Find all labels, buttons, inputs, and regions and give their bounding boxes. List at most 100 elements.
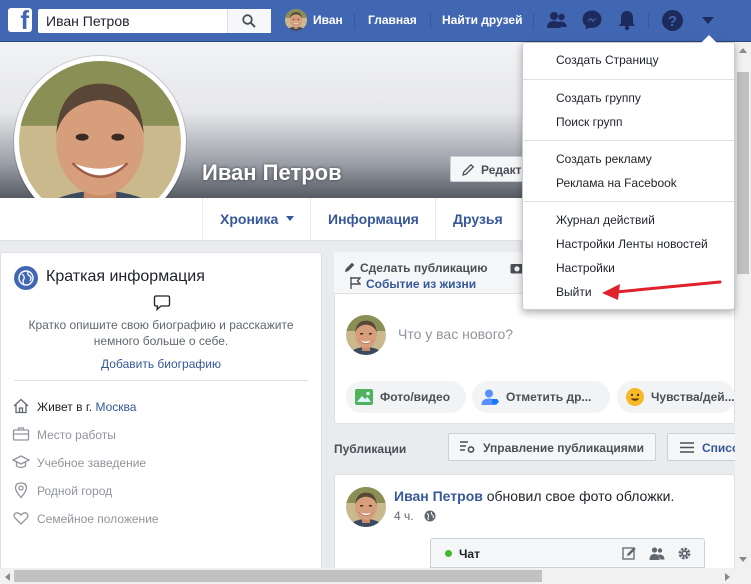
tab-timeline-label: Хроника [220,211,279,227]
add-bio-label: Добавить биографию [101,357,221,371]
vertical-scrollbar-thumb[interactable] [737,72,749,274]
tag-friends-label: Отметить др... [506,390,592,404]
briefcase-icon [12,427,30,441]
nav-divider [430,13,431,29]
menu-log-out[interactable]: Выйти [556,285,592,299]
friend-requests-icon[interactable] [546,9,568,31]
list-view-label: Списо [702,441,740,455]
facebook-logo-letter: f [20,8,29,32]
manage-posts-label: Управление публикациями [483,441,644,455]
help-icon[interactable]: ? [661,9,684,32]
account-menu-chevron-icon[interactable] [700,15,716,27]
nav-divider [533,13,534,29]
edit-profile-label: Редакт [481,163,522,177]
menu-divider [523,79,734,80]
search-input[interactable] [38,9,226,33]
svg-text:?: ? [668,13,677,30]
heart-icon [13,512,29,525]
nav-find-friends-link[interactable]: Найти друзей [442,13,522,27]
tag-friends-button[interactable]: Отметить др... [472,381,610,413]
relationship-label: Семейное положение [37,512,159,526]
post-action-text: обновил свое фото обложки. [482,488,675,504]
new-message-icon[interactable] [622,546,637,561]
pencil-icon [462,163,475,176]
nav-profile-link[interactable]: Иван [313,13,343,27]
menu-create-group[interactable]: Создать группу [556,91,641,105]
menu-find-groups[interactable]: Поиск групп [556,115,623,129]
photo-video-button[interactable]: Фото/видео [346,381,466,413]
menu-activity-log[interactable]: Журнал действий [556,213,655,227]
red-annotation-arrow-icon [602,280,722,300]
messenger-icon[interactable] [581,9,603,31]
graduation-cap-icon [12,455,30,469]
tab-timeline[interactable]: Хроника [202,198,310,240]
facebook-logo-icon[interactable]: f [8,8,32,32]
intro-description: Кратко опишите свою биографию и расскажи… [28,318,294,348]
education-label: Учебное заведение [37,456,147,470]
search-box [38,9,271,33]
intro-title: Краткая информация [46,268,205,285]
nav-avatar[interactable] [285,9,307,31]
chevron-down-icon [286,216,294,221]
search-button[interactable] [227,9,271,33]
flag-icon [350,277,362,289]
workplace-label: Место работы [37,428,116,442]
tag-friends-icon [481,389,499,405]
post-author-avatar[interactable] [346,487,386,527]
lives-in-label: Живет в г. [37,400,93,414]
menu-caret [701,35,717,43]
globe-icon [14,266,38,290]
pencil-icon [345,262,355,272]
manage-posts-button[interactable]: Управление публикациями [448,433,656,461]
home-icon [13,398,29,414]
chat-settings-gear-icon[interactable] [677,546,692,561]
nav-home-link[interactable]: Главная [368,13,417,27]
menu-advertising[interactable]: Реклама на Facebook [556,176,677,190]
menu-divider [523,201,734,202]
online-status-dot [445,550,452,557]
scroll-left-arrow-icon[interactable] [3,572,11,582]
composer-input[interactable]: Что у вас нового? [398,326,513,342]
public-globe-icon[interactable] [424,510,436,522]
add-bio-link[interactable]: Добавить биографию [0,357,322,371]
menu-create-page[interactable]: Создать Страницу [556,53,659,67]
feelings-button[interactable]: Чувства/дей... [617,381,735,413]
scroll-right-arrow-icon[interactable] [724,572,732,582]
create-group-icon[interactable] [649,546,665,561]
notifications-icon[interactable] [616,9,638,31]
profile-name[interactable]: Иван Петров [202,160,342,186]
speech-bubble-icon [153,295,171,312]
composer-avatar[interactable] [346,315,386,355]
tab-friends[interactable]: Друзья [435,198,525,240]
lives-in-city-link[interactable]: Москва [95,400,136,414]
horizontal-scrollbar-thumb[interactable] [14,570,542,582]
life-event-label: Событие из жизни [366,277,477,291]
hometown-label: Родной город [37,484,113,498]
make-post-label: Сделать публикацию [360,261,488,275]
list-icon [680,442,694,453]
nav-divider [648,13,649,29]
post-author-link[interactable]: Иван Петров [394,488,483,504]
tab-about[interactable]: Информация [310,198,435,240]
menu-news-feed-preferences[interactable]: Настройки Ленты новостей [556,237,708,251]
scroll-down-arrow-icon[interactable] [738,556,748,564]
feelings-label: Чувства/дей... [651,390,735,404]
life-event-tab[interactable]: Событие из жизни [350,277,476,291]
post-headline: Иван Петров обновил свое фото обложки. [394,488,674,504]
photo-icon [355,389,373,405]
chat-bar[interactable]: Чат [430,538,705,568]
menu-divider [523,140,734,141]
location-pin-icon [14,482,28,499]
post-timestamp[interactable]: 4 ч. [394,509,414,523]
divider [14,380,308,381]
menu-settings[interactable]: Настройки [556,261,615,275]
posts-heading: Публикации [334,442,407,456]
chat-label: Чат [459,547,480,561]
tab-about-label: Информация [328,211,419,227]
scroll-up-arrow-icon[interactable] [738,46,748,54]
smiley-icon [626,388,644,406]
make-post-tab[interactable]: Сделать публикацию [344,261,488,275]
tab-friends-label: Друзья [453,211,503,227]
menu-create-ad[interactable]: Создать рекламу [556,152,652,166]
photo-video-label: Фото/видео [380,390,451,404]
